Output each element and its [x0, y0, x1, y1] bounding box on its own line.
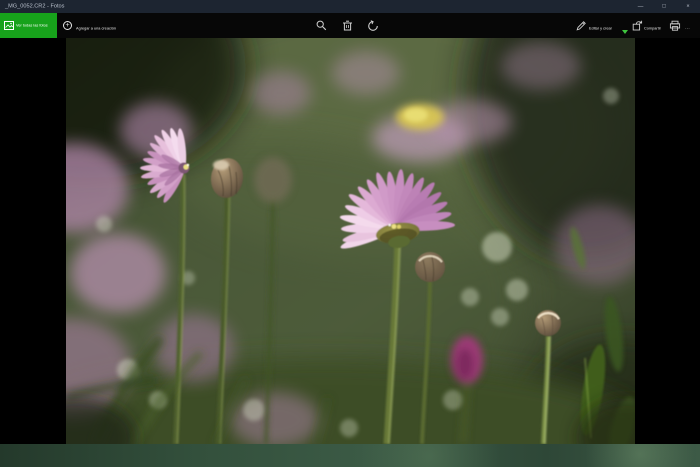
window-title: _MG_0052.CR2 - Fotos [5, 4, 64, 10]
title-bar[interactable]: _MG_0052.CR2 - Fotos — □ × [0, 0, 700, 13]
command-bar: Ver todas las fotos + Agregar a una crea… [0, 13, 700, 38]
print-button[interactable] [668, 19, 681, 32]
rotate-button[interactable] [366, 19, 379, 32]
photo-stage [0, 38, 700, 444]
edit-and-create-button[interactable]: Editar y crear [574, 13, 629, 38]
photo-collection-icon [4, 21, 14, 30]
maximize-button[interactable]: □ [652, 0, 676, 13]
chevron-down-icon [622, 30, 628, 34]
ellipsis-icon: ··· [685, 26, 690, 31]
view-all-photos-label: Ver todas las fotos [16, 24, 48, 28]
share-button[interactable]: Compartir [631, 13, 668, 38]
window-controls: — □ × [628, 0, 700, 13]
rotate-icon [367, 20, 379, 32]
edit-pencil-icon [576, 20, 587, 31]
add-to-creation-button[interactable]: + Agregar a una creación [60, 13, 152, 38]
add-to-creation-label: Agregar a una creación [76, 27, 116, 31]
taskbar: Escribe aquí para buscar 13:23 29/04/201… [0, 444, 700, 467]
zoom-button[interactable] [315, 19, 328, 32]
trash-icon [342, 20, 353, 31]
delete-button[interactable] [341, 19, 354, 32]
daisies-image [66, 38, 635, 444]
see-more-button[interactable]: ··· [683, 13, 700, 38]
printer-icon [669, 20, 681, 32]
share-icon [632, 20, 643, 31]
view-all-photos-button[interactable]: Ver todas las fotos [0, 13, 57, 38]
share-label: Compartir [644, 27, 661, 31]
photo-daisies[interactable] [66, 38, 635, 444]
edit-and-create-label: Editar y crear [589, 27, 612, 31]
add-creation-icon: + [63, 21, 72, 30]
minimize-button[interactable]: — [628, 0, 652, 13]
close-button[interactable]: × [676, 0, 700, 13]
magnifier-icon [316, 20, 327, 31]
